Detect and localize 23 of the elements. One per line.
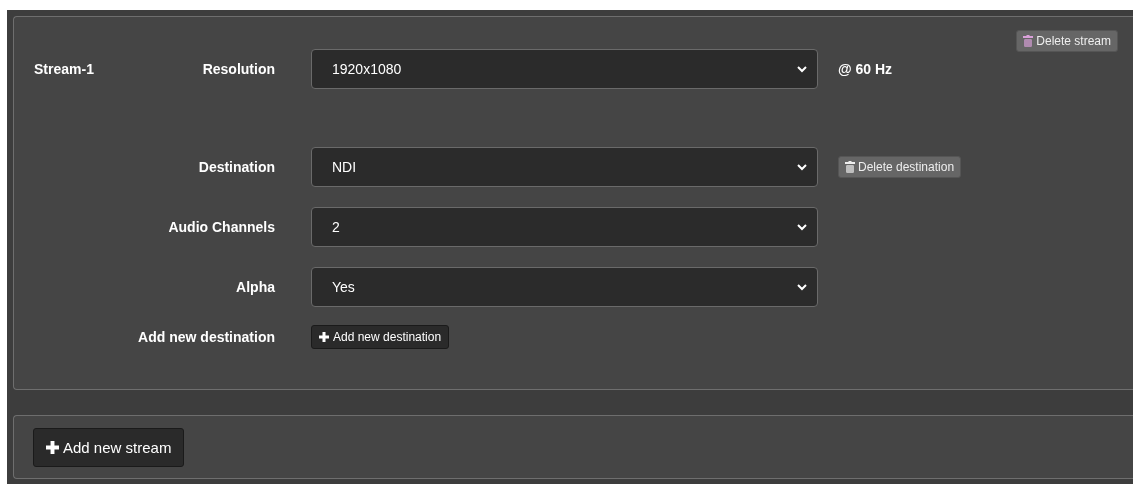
chevron-down-icon [797, 223, 807, 231]
trash-icon [845, 161, 855, 173]
select-field[interactable]: Yes [311, 267, 818, 307]
select-field[interactable]: 2 [311, 207, 818, 247]
field-label: Alpha [235, 279, 275, 295]
stream-name: Stream-1 [34, 61, 95, 77]
select-field[interactable]: 1920x1080 [311, 49, 818, 89]
plus-icon [319, 332, 329, 342]
add-destination-button[interactable]: Add new destination [311, 325, 450, 349]
chevron-down-icon [797, 65, 807, 73]
field-label: Destination [197, 159, 275, 175]
plus-icon [46, 440, 59, 454]
delete-destination-button[interactable]: Delete destination [838, 156, 962, 178]
field-label: Audio Channels [167, 219, 275, 235]
delete-stream-button[interactable]: Delete stream [1016, 30, 1118, 52]
field-label: Add new destination [137, 329, 275, 345]
chevron-down-icon [797, 283, 807, 291]
field-label: Resolution [201, 61, 275, 77]
select-field[interactable]: NDI [311, 147, 818, 187]
add-stream-button[interactable]: Add new stream [33, 427, 185, 467]
refresh-rate: @ 60 Hz [838, 61, 893, 77]
chevron-down-icon [797, 163, 807, 171]
trash-icon [1023, 35, 1034, 47]
